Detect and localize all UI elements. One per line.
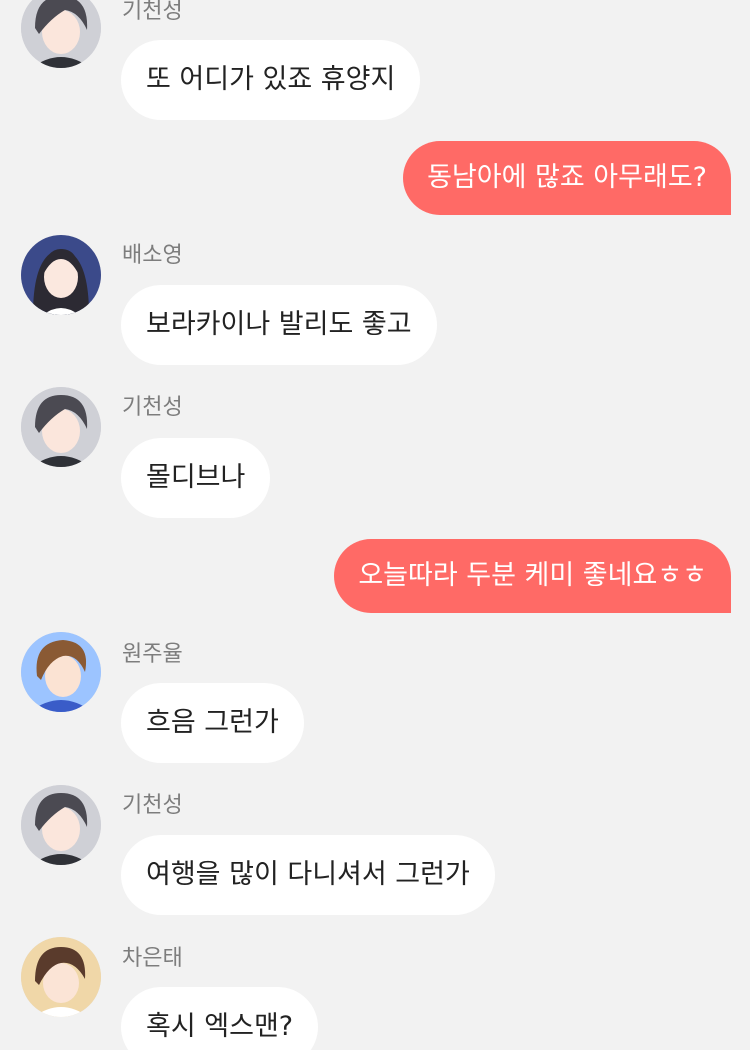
sender-name: 기천성 [122,793,183,818]
message-bubble[interactable]: 오늘따라 두분 케미 좋네요ㅎㅎ [334,539,731,613]
sender-name: 배소영 [122,243,183,268]
message-bubble[interactable]: 동남아에 많죠 아무래도? [403,141,731,215]
sender-name: 기천성 [122,0,183,24]
chat-thread[interactable]: 기천성 또 어디가 있죠 휴양지 동남아에 많죠 아무래도? 배소영 보라카이나… [0,0,750,1050]
avatar-baesoyeong[interactable] [21,235,101,315]
sender-name: 기천성 [122,395,183,420]
message-bubble[interactable]: 또 어디가 있죠 휴양지 [121,40,421,120]
message-bubble[interactable]: 여행을 많이 다니셔서 그런가 [121,835,495,915]
sender-name: 차은태 [122,946,183,971]
avatar-gicheonseong[interactable] [21,0,101,68]
avatar-gicheonseong[interactable] [21,387,101,467]
sender-name: 원주율 [122,642,183,667]
message-bubble[interactable]: 몰디브나 [121,438,271,518]
avatar-chaeuntae[interactable] [21,937,101,1017]
message-bubble[interactable]: 혹시 엑스맨? [121,987,319,1050]
avatar-wonjuyul[interactable] [21,632,101,712]
message-bubble[interactable]: 흐음 그런가 [121,683,304,763]
avatar-gicheonseong[interactable] [21,785,101,865]
message-bubble[interactable]: 보라카이나 발리도 좋고 [121,285,437,365]
